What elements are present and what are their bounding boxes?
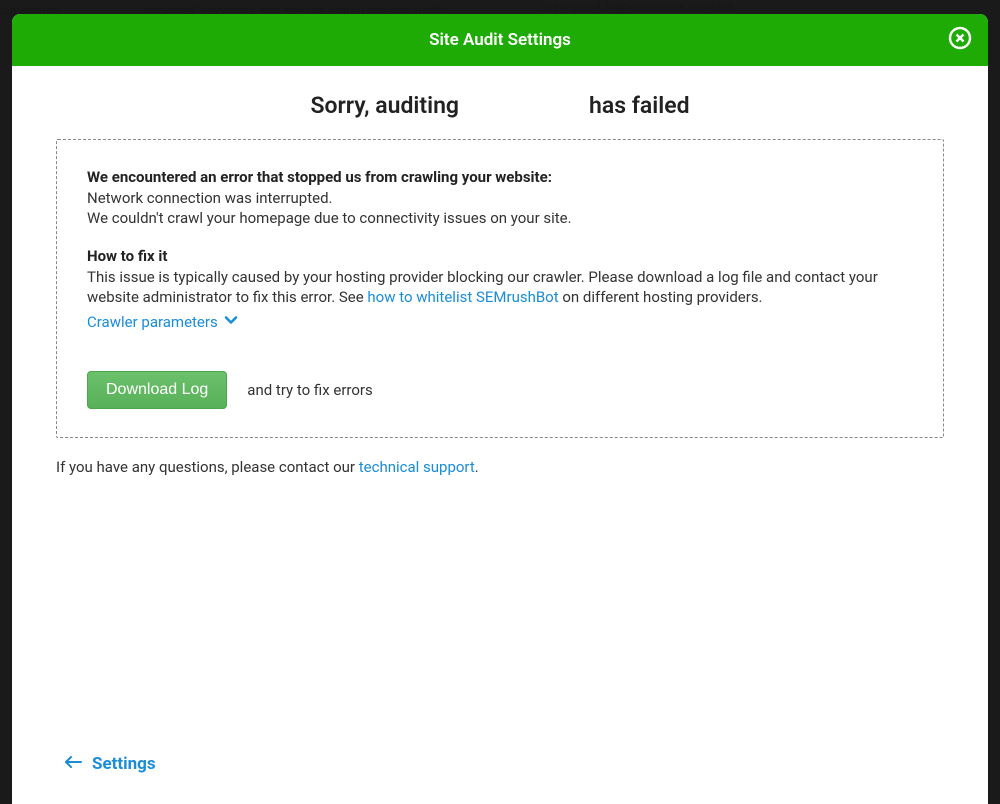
modal-footer: Settings bbox=[12, 754, 988, 804]
error-details-box: We encountered an error that stopped us … bbox=[56, 139, 944, 438]
modal-header: Site Audit Settings bbox=[12, 14, 988, 66]
fix-title: How to fix it bbox=[87, 247, 913, 265]
action-row: Download Log and try to fix errors bbox=[87, 371, 913, 409]
modal-title: Site Audit Settings bbox=[429, 30, 571, 50]
heading-post: has failed bbox=[589, 92, 690, 119]
chevron-down-icon bbox=[224, 313, 238, 331]
heading-site-placeholder bbox=[459, 92, 589, 119]
modal-body: Sorry, auditing has failed We encountere… bbox=[12, 66, 988, 754]
settings-link[interactable]: Settings bbox=[64, 754, 156, 774]
support-post: . bbox=[475, 458, 479, 476]
error-title: We encountered an error that stopped us … bbox=[87, 168, 913, 186]
error-line-2: We couldn't crawl your homepage due to c… bbox=[87, 208, 913, 228]
crawler-parameters-label: Crawler parameters bbox=[87, 313, 218, 331]
close-icon bbox=[948, 26, 972, 54]
site-audit-modal: Site Audit Settings Sorry, auditing has … bbox=[12, 14, 988, 804]
support-line: If you have any questions, please contac… bbox=[56, 458, 944, 476]
download-log-button[interactable]: Download Log bbox=[87, 371, 227, 409]
error-line-1: Network connection was interrupted. bbox=[87, 188, 913, 208]
fix-text-post: on different hosting providers. bbox=[559, 288, 763, 306]
arrow-left-icon bbox=[64, 754, 82, 774]
whitelist-link[interactable]: how to whitelist SEMrushBot bbox=[367, 288, 558, 306]
failure-heading: Sorry, auditing has failed bbox=[56, 92, 944, 119]
settings-label: Settings bbox=[92, 754, 156, 774]
crawler-parameters-toggle[interactable]: Crawler parameters bbox=[87, 313, 238, 331]
close-button[interactable] bbox=[946, 26, 974, 54]
heading-pre: Sorry, auditing bbox=[310, 92, 459, 119]
support-pre: If you have any questions, please contac… bbox=[56, 458, 359, 476]
technical-support-link[interactable]: technical support bbox=[359, 458, 475, 476]
fix-text: This issue is typically caused by your h… bbox=[87, 267, 913, 308]
try-fix-text: and try to fix errors bbox=[247, 381, 372, 399]
